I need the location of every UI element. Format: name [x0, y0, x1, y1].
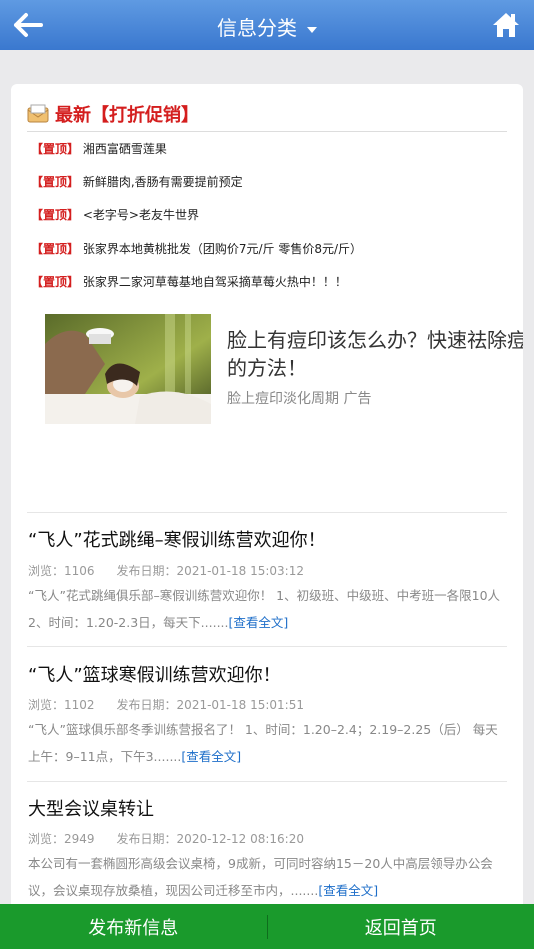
divider: [27, 512, 507, 513]
publish-date: 发布日期：2021-01-18 15:03:12: [116, 564, 304, 578]
ad-banner[interactable]: 脸上有痘印该怎么办？快速祛除痘印 的方法！ 脸上痘印淡化周期 广告: [45, 312, 523, 440]
promo-text: 新鲜腊肉,香肠有需要提前预定: [82, 175, 243, 189]
promo-item[interactable]: 【置顶】 湘西富硒雪莲果: [31, 140, 167, 157]
envelope-icon: [27, 104, 49, 123]
pinned-tag: 【置顶】: [31, 275, 80, 289]
promo-text: 张家界二家河草莓基地自驾采摘草莓火热中！！！: [82, 275, 347, 289]
pinned-tag: 【置顶】: [31, 208, 80, 222]
pinned-tag: 【置顶】: [31, 142, 80, 156]
promo-text: <老字号>老友牛世界: [82, 208, 199, 222]
read-more-link[interactable]: [查看全文]: [318, 883, 378, 898]
pinned-tag: 【置顶】: [31, 242, 80, 256]
pinned-tag: 【置顶】: [31, 175, 80, 189]
promo-item[interactable]: 【置顶】 <老字号>老友牛世界: [31, 206, 199, 223]
promo-item[interactable]: 【置顶】 新鲜腊肉,香肠有需要提前预定: [31, 173, 243, 190]
publish-button[interactable]: 发布新信息: [0, 914, 267, 940]
publish-date: 发布日期：2021-01-18 15:01:51: [116, 698, 304, 712]
view-count: 浏览：2949: [28, 832, 95, 846]
promo-item[interactable]: 【置顶】 张家界本地黄桃批发（团购价7元/斤 零售价8元/斤）: [31, 240, 362, 257]
article-meta: 浏览：2949 发布日期：2020-12-12 08:16:20: [28, 830, 304, 847]
category-dropdown[interactable]: 信息分类: [0, 12, 534, 41]
article-meta: 浏览：1102 发布日期：2021-01-18 15:01:51: [28, 696, 304, 713]
article-title[interactable]: “飞人”花式跳绳–寒假训练营欢迎你！: [28, 526, 326, 552]
article-meta: 浏览：1106 发布日期：2021-01-18 15:03:12: [28, 562, 304, 579]
home-icon[interactable]: [492, 11, 520, 39]
page-title: 信息分类: [217, 16, 297, 40]
divider: [27, 646, 507, 647]
article-summary: “飞人”篮球俱乐部冬季训练营报名了！ 1、时间：1.20–2.4；2.19–2.…: [28, 722, 498, 764]
publish-date: 发布日期：2020-12-12 08:16:20: [116, 832, 304, 846]
promo-text: 张家界本地黄桃批发（团购价7元/斤 零售价8元/斤）: [82, 242, 363, 256]
section-title: 最新【打折促销】: [55, 105, 199, 126]
divider: [27, 781, 507, 782]
home-button[interactable]: 返回首页: [268, 914, 534, 940]
content-card: 最新【打折促销】 【置顶】 湘西富硒雪莲果 【置顶】 新鲜腊肉,香肠有需要提前预…: [11, 84, 523, 914]
top-bar: 信息分类: [0, 0, 534, 50]
view-count: 浏览：1102: [28, 698, 95, 712]
caret-down-icon: [307, 26, 317, 33]
view-count: 浏览：1106: [28, 564, 95, 578]
read-more-link[interactable]: [查看全文]: [181, 749, 241, 764]
read-more-link[interactable]: [查看全文]: [229, 615, 289, 630]
article-title[interactable]: “飞人”篮球寒假训练营欢迎你！: [28, 661, 281, 687]
promo-item[interactable]: 【置顶】 张家界二家河草莓基地自驾采摘草莓火热中！！！: [31, 273, 347, 290]
ad-subtitle: 脸上痘印淡化周期 广告: [227, 391, 372, 407]
section-header: 最新【打折促销】: [27, 100, 199, 128]
ad-image: [45, 314, 211, 424]
article-summary: “飞人”花式跳绳俱乐部–寒假训练营欢迎你！ 1、初级班、中级班、中考班一各限10…: [28, 588, 501, 630]
ad-headline: 脸上有痘印该怎么办？快速祛除痘印 的方法！: [227, 328, 523, 380]
section-divider: [27, 131, 507, 132]
article-summary: 本公司有一套椭圆形高级会议桌椅，9成新，可同时容纳15－20人中高层领导办公会议…: [28, 856, 493, 898]
article-title[interactable]: 大型会议桌转让: [28, 795, 154, 821]
promo-text: 湘西富硒雪莲果: [82, 142, 167, 156]
bottom-bar: 发布新信息 返回首页: [0, 904, 534, 949]
